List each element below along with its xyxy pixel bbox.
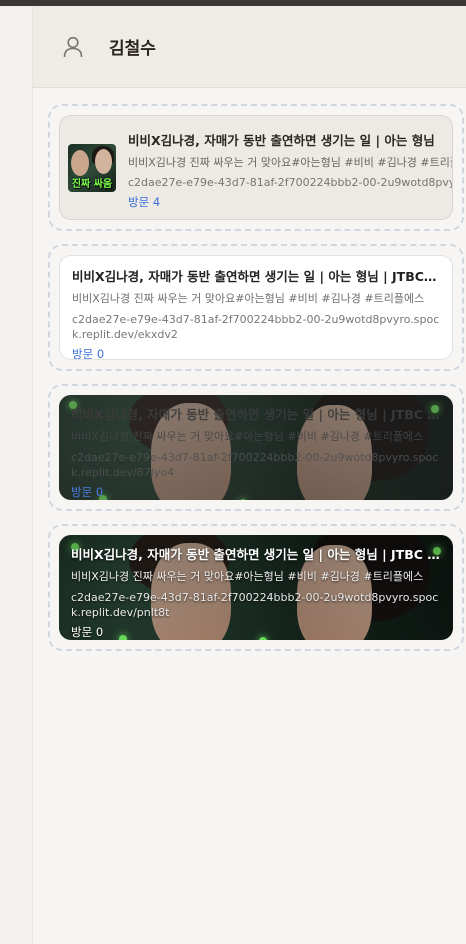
link-slot: 비비X김나경, 자매가 동반 출연하면 생기는 일 | 아는 형님 | JTBC… — [48, 244, 464, 371]
card-title: 비비X김나경, 자매가 동반 출연하면 생기는 일 | 아는 형님 | JTBC… — [71, 547, 441, 562]
card-description: 비비X김나경 진짜 싸우는 거 맞아요#아는형님 #비비 #김나경 #트리플에스 — [71, 430, 424, 443]
sidebar — [0, 6, 32, 944]
card-title: 비비X김나경, 자매가 동반 출연하면 생기는 일 | 아는 형님 | JTBC… — [71, 407, 441, 422]
link-slot: 비비X김나경, 자매가 동반 출연하면 생기는 일 | 아는 형님 | JTBC… — [48, 524, 464, 651]
link-card[interactable]: 비비X김나경, 자매가 동반 출연하면 생기는 일 | 아는 형님 | JTBC… — [59, 395, 453, 500]
visit-count: 방문 0 — [72, 347, 105, 360]
link-card[interactable]: 진짜 싸움 비비X김나경, 자매가 동반 출연하면 생기는 일 | 아는 형님 … — [59, 115, 453, 220]
card-url[interactable]: c2dae27e-e79e-43d7-81af-2f700224bbb2-00-… — [71, 590, 441, 620]
link-card[interactable]: 비비X김나경, 자매가 동반 출연하면 생기는 일 | 아는 형님 | JTBC… — [59, 255, 453, 360]
card-description: 비비X김나경 진짜 싸우는 거 맞아요#아는형님 #비비 #김나경 #트리플에스 — [128, 156, 453, 169]
card-description: 비비X김나경 진짜 싸우는 거 맞아요#아는형님 #비비 #김나경 #트리플에스 — [72, 292, 425, 305]
visit-count: 방문 4 — [128, 195, 161, 209]
card-url[interactable]: c2dae27e-e79e-43d7-81af-2f700224bbb2-00-… — [72, 312, 440, 342]
card-title: 비비X김나경, 자매가 동반 출연하면 생기는 일 | 아는 형님 — [128, 133, 435, 148]
video-thumbnail: 진짜 싸움 — [68, 144, 116, 192]
visit-count: 방문 0 — [71, 625, 104, 639]
card-url[interactable]: c2dae27e-e79e-43d7-81af-2f700224bbb2-00-… — [71, 450, 441, 480]
profile-header: 김철수 — [33, 6, 466, 88]
card-url[interactable]: c2dae27e-e79e-43d7-81af-2f700224bbb2-00-… — [128, 175, 452, 190]
thumbnail-caption: 진짜 싸움 — [71, 179, 113, 190]
link-slot: 진짜 싸움 비비X김나경, 자매가 동반 출연하면 생기는 일 | 아는 형님 … — [48, 104, 464, 231]
user-icon[interactable] — [61, 35, 85, 59]
link-card[interactable]: 비비X김나경, 자매가 동반 출연하면 생기는 일 | 아는 형님 | JTBC… — [59, 535, 453, 640]
user-name: 김철수 — [109, 39, 156, 59]
visit-count: 방문 0 — [71, 485, 104, 499]
card-description: 비비X김나경 진짜 싸우는 거 맞아요#아는형님 #비비 #김나경 #트리플에스 — [71, 570, 424, 583]
link-slot: 비비X김나경, 자매가 동반 출연하면 생기는 일 | 아는 형님 | JTBC… — [48, 384, 464, 511]
card-title: 비비X김나경, 자매가 동반 출연하면 생기는 일 | 아는 형님 | JTBC… — [72, 269, 440, 284]
